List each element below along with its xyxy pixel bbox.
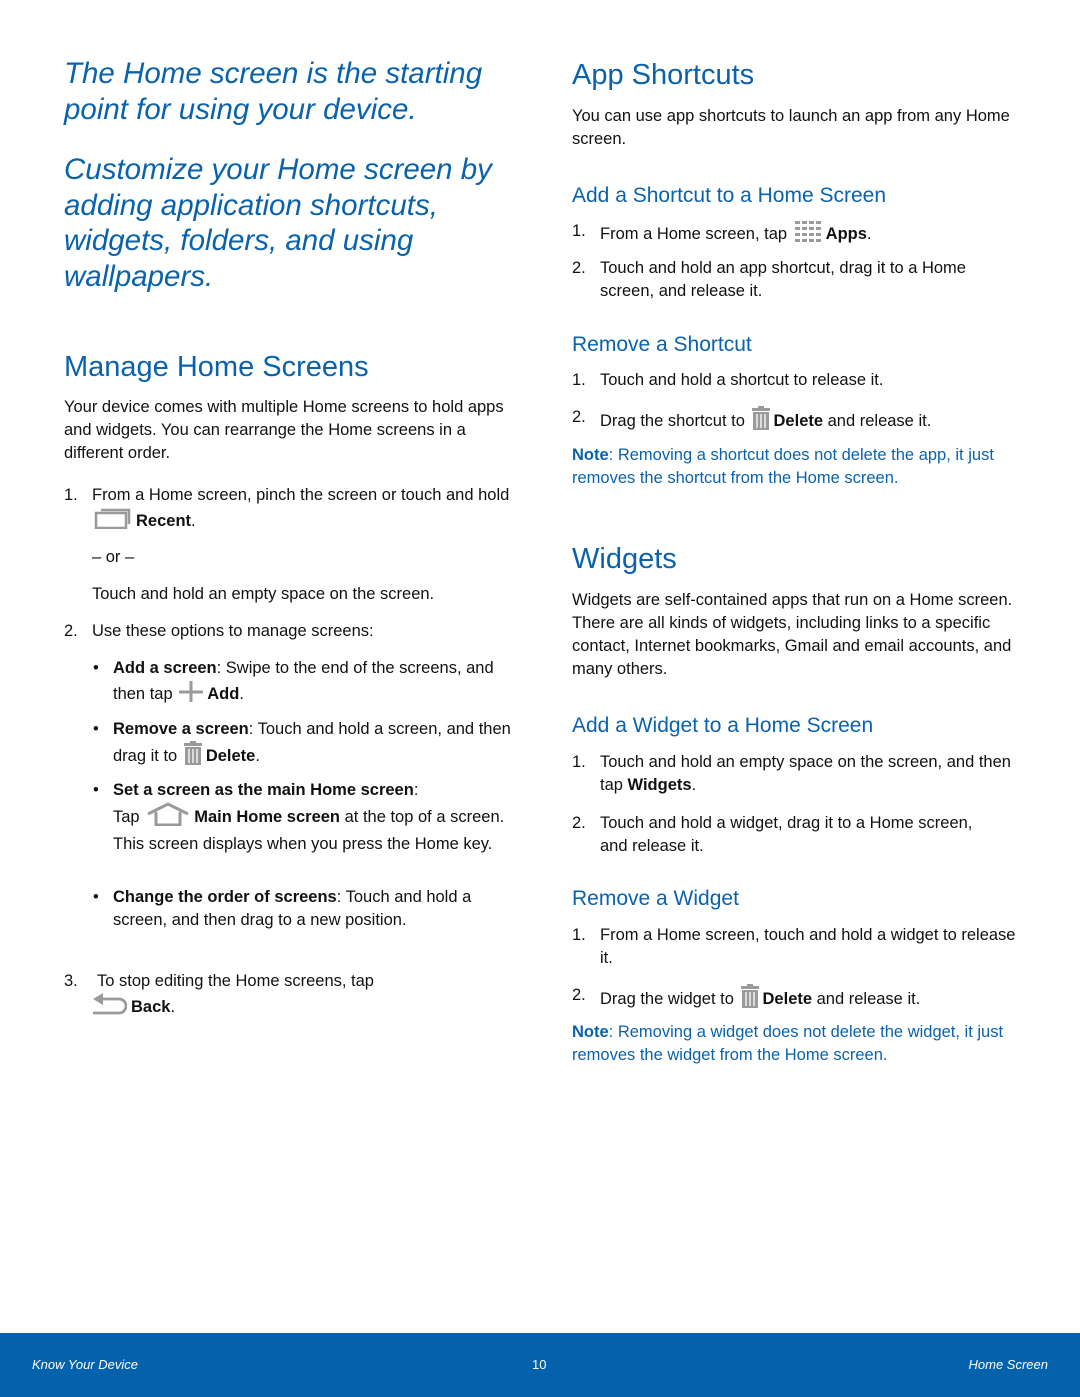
step-number: 2. bbox=[572, 814, 586, 832]
manage-description: Your device comes with multiple Home scr… bbox=[64, 398, 504, 462]
bullet-set-main-home: Set a screen as the main Home screen: Ta… bbox=[113, 781, 505, 853]
footer-chapter: Know Your Device bbox=[32, 1357, 138, 1372]
remove-widget-step-2: Drag the widget to Delete and release it… bbox=[600, 984, 1030, 1015]
delete-label: Delete bbox=[762, 989, 813, 1008]
widgets-label: Widgets bbox=[627, 776, 692, 794]
home-icon bbox=[146, 802, 190, 833]
manage-step-2: Use these options to manage screens: bbox=[92, 622, 374, 640]
step-number: 1. bbox=[572, 753, 586, 771]
widgets-heading: Widgets bbox=[572, 543, 677, 575]
apps-label: Apps bbox=[825, 224, 867, 243]
add-shortcut-step-2: Touch and hold an app shortcut, drag it … bbox=[600, 259, 966, 300]
add-shortcut-step-1: From a Home screen, tap Apps. bbox=[600, 220, 1020, 249]
trash-icon bbox=[751, 406, 770, 437]
page-number: 10 bbox=[532, 1357, 547, 1372]
step-number: 2. bbox=[572, 408, 586, 426]
step-number: 2. bbox=[572, 986, 586, 1004]
remove-shortcut-heading: Remove a Shortcut bbox=[572, 333, 752, 356]
remove-shortcut-step-2: Drag the shortcut to Delete and release … bbox=[600, 406, 1030, 437]
manage-step-1-alt: Touch and hold an empty space on the scr… bbox=[92, 585, 435, 603]
add-widget-step-2: Touch and hold a widget, drag it to a Ho… bbox=[600, 814, 973, 855]
intro-line-2: Customize your Home screen by adding app… bbox=[64, 153, 492, 293]
step-number: 1. bbox=[64, 486, 78, 504]
bullet: • bbox=[93, 720, 99, 738]
step-number: 2. bbox=[572, 259, 586, 277]
or-separator: – or – bbox=[92, 548, 135, 566]
bullet-change-order: Change the order of screens: Touch and h… bbox=[113, 888, 472, 929]
delete-label: Delete bbox=[773, 411, 824, 430]
plus-icon bbox=[179, 680, 204, 709]
remove-shortcut-step-1: Touch and hold a shortcut to release it. bbox=[600, 371, 884, 389]
remove-shortcut-note: Note: Removing a shortcut does not delet… bbox=[572, 446, 994, 487]
page-footer: Know Your Device 10 Home Screen bbox=[0, 1333, 1080, 1397]
step-number: 1. bbox=[572, 222, 586, 240]
manage-step-3: To stop editing the Home screens, tap Ba… bbox=[93, 970, 517, 1022]
bullet-remove-screen: Remove a screen: Touch and hold a screen… bbox=[113, 718, 513, 772]
step-text: From a Home screen, pinch the screen or … bbox=[92, 486, 510, 504]
step-number: 2. bbox=[64, 622, 78, 640]
recent-apps-icon bbox=[94, 507, 132, 536]
app-shortcuts-heading: App Shortcuts bbox=[572, 59, 755, 91]
step-number: 3. bbox=[64, 972, 78, 990]
note-label: Note bbox=[572, 446, 609, 464]
step-number: 1. bbox=[572, 371, 586, 389]
remove-widget-note: Note: Removing a widget does not delete … bbox=[572, 1023, 1004, 1064]
apps-grid-icon bbox=[794, 220, 822, 249]
add-widget-heading: Add a Widget to a Home Screen bbox=[572, 714, 874, 737]
trash-icon bbox=[740, 984, 759, 1015]
intro-line-1: The Home screen is the starting point fo… bbox=[64, 57, 483, 126]
remove-widget-step-1: From a Home screen, touch and hold a wid… bbox=[600, 926, 1016, 967]
manage-step-1: From a Home screen, pinch the screen or … bbox=[92, 484, 522, 536]
back-label: Back bbox=[131, 997, 171, 1016]
step-number: 1. bbox=[572, 926, 586, 944]
bullet: • bbox=[93, 659, 99, 677]
trash-icon bbox=[183, 741, 202, 772]
footer-section: Home Screen bbox=[968, 1357, 1048, 1372]
note-label: Note bbox=[572, 1023, 609, 1041]
recent-label: Recent bbox=[136, 511, 192, 530]
widgets-description: Widgets are self-contained apps that run… bbox=[572, 591, 1013, 678]
add-widget-step-1: Touch and hold an empty space on the scr… bbox=[600, 753, 1011, 794]
bullet-add-screen: Add a screen: Swipe to the end of the sc… bbox=[113, 657, 513, 709]
add-shortcut-heading: Add a Shortcut to a Home Screen bbox=[572, 184, 887, 207]
shortcuts-description: You can use app shortcuts to launch an a… bbox=[572, 107, 1010, 148]
bullet: • bbox=[93, 781, 99, 799]
remove-widget-heading: Remove a Widget bbox=[572, 887, 739, 910]
manage-home-screens-heading: Manage Home Screens bbox=[64, 351, 369, 383]
bullet: • bbox=[93, 888, 99, 906]
back-icon bbox=[91, 993, 128, 1022]
